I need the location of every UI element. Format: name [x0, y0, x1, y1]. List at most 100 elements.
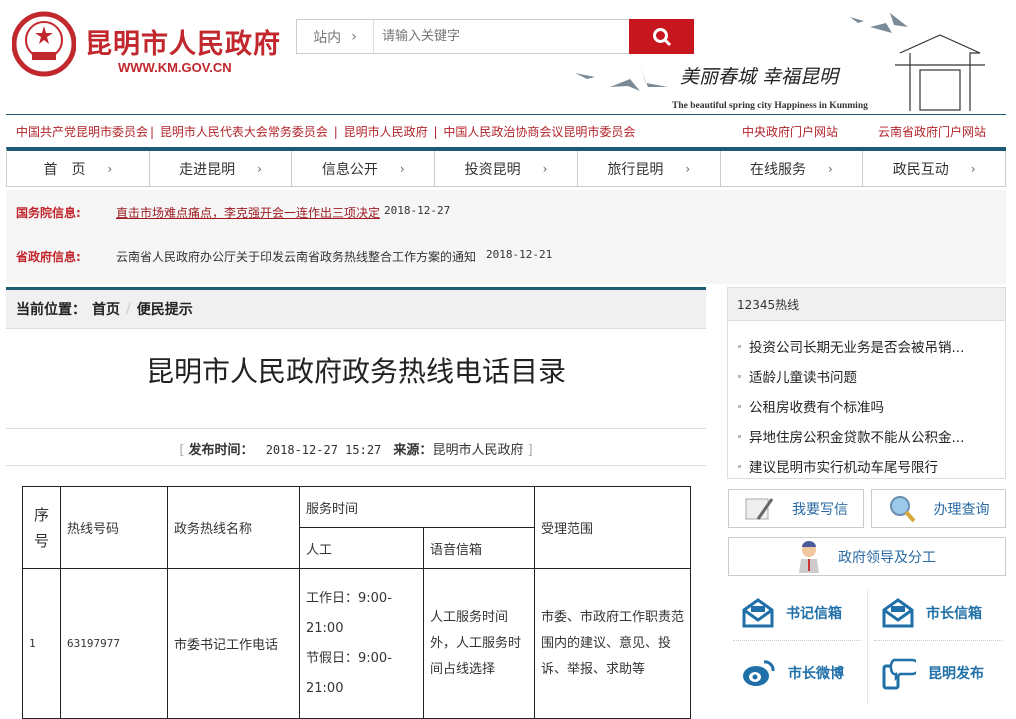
bracket: [: [179, 443, 184, 458]
info-date: 2018-12-27: [384, 204, 450, 221]
separator: |: [334, 125, 338, 139]
slogan: 美丽春城 幸福昆明: [680, 62, 838, 89]
item-label: 公租房收费有个标准吗: [749, 396, 884, 416]
mayor-weibo-link[interactable]: 市长微博: [742, 658, 844, 688]
hotline-title: 12345热线: [728, 288, 1005, 321]
envelope-icon: [742, 598, 774, 628]
nav-label: 投资昆明: [465, 159, 521, 179]
list-item[interactable]: 投资公司长期无业务是否会被吊销...: [738, 331, 1005, 361]
nav-travel[interactable]: 旅行昆明 ›: [578, 151, 721, 186]
nav-label: 首 页: [43, 159, 85, 179]
button-label: 我要写信: [792, 499, 848, 519]
top-link[interactable]: 昆明市人民代表大会常务委员会: [160, 125, 328, 139]
nav-home[interactable]: 首 页 ›: [7, 151, 150, 186]
nav-info[interactable]: 信息公开 ›: [292, 151, 435, 186]
publish-label: 发布时间：: [189, 443, 254, 458]
separator: |: [433, 125, 437, 139]
breadcrumb-label: 当前位置：: [16, 299, 86, 319]
divider: [874, 640, 1002, 641]
bullet-icon: [738, 465, 741, 468]
national-emblem-logo: [12, 8, 76, 80]
kunming-release-link[interactable]: 昆明发布: [882, 656, 984, 690]
article-meta: [ 发布时间： 2018-12-27 15:27 来源：昆明市人民政府 ]: [6, 439, 706, 458]
tile-label: 市长微博: [788, 663, 844, 683]
manual-line: 节假日：9:00-: [306, 644, 417, 674]
info-panel: 国务院信息:直击市场难点痛点，李克强开会一连作出三项决定2018-12-27 省…: [6, 190, 1006, 284]
nav-about[interactable]: 走进昆明›: [150, 151, 293, 186]
chevron-right-icon: ›: [351, 29, 357, 45]
info-label: 省政府信息:: [16, 248, 116, 265]
divider: [733, 640, 861, 641]
header-voicemail: 语音信箱: [424, 528, 535, 569]
scope-label: 站内: [313, 27, 341, 47]
publish-time: 2018-12-27 15:27: [266, 443, 382, 457]
list-item[interactable]: 异地住房公积金贷款不能从公积金...: [738, 421, 1005, 451]
cell-voicemail: 人工服务时间外，人工服务时间占线选择: [424, 569, 535, 719]
header-scope: 受理范围: [535, 487, 691, 569]
item-label: 异地住房公积金贷款不能从公积金...: [749, 426, 964, 446]
tile-label: 市长信箱: [926, 603, 982, 623]
source: 昆明市人民政府: [432, 443, 523, 458]
bracket: ]: [528, 443, 533, 458]
item-label: 适龄儿童读书问题: [749, 366, 857, 386]
nav-interaction[interactable]: 政民互动›: [863, 151, 1006, 186]
tile-label: 书记信箱: [786, 603, 842, 623]
chevron-right-icon: ›: [400, 162, 405, 176]
leaders-button[interactable]: 政府领导及分工: [728, 537, 1006, 576]
write-letter-button[interactable]: 我要写信: [728, 489, 864, 528]
bullet-icon: [738, 375, 741, 378]
breadcrumb: 当前位置： 首页 / 便民提示: [6, 287, 706, 329]
list-item[interactable]: 建议昆明市实行机动车尾号限行: [738, 451, 1005, 481]
info-link[interactable]: 直击市场难点痛点，李克强开会一连作出三项决定: [116, 204, 380, 221]
nav-services[interactable]: 在线服务›: [721, 151, 864, 186]
breadcrumb-home[interactable]: 首页: [92, 299, 120, 319]
cell-scope: 市委、市政府工作职责范围内的建议、意见、投诉、举报、求助等: [535, 569, 691, 719]
info-link[interactable]: 云南省人民政府办公厅关于印发云南省政务热线整合工作方案的通知: [116, 248, 476, 265]
header-phone: 热线号码: [61, 487, 168, 569]
mayor-mailbox-link[interactable]: 市长信箱: [882, 598, 982, 628]
site-url: WWW.KM.GOV.CN: [118, 60, 232, 75]
top-link[interactable]: 昆明市人民政府: [344, 125, 428, 139]
nav-label: 政民互动: [893, 159, 949, 179]
magnifier-icon: [888, 494, 916, 524]
header-service-time: 服务时间: [300, 487, 535, 528]
list-item[interactable]: 公租房收费有个标准吗: [738, 391, 1005, 421]
header-no: 序号: [23, 487, 61, 569]
top-link[interactable]: 中国人民政治协商会议昆明市委员会: [443, 125, 635, 139]
person-icon: [798, 541, 820, 573]
top-links: 中国共产党昆明市委员会| 昆明市人民代表大会常务委员会 | 昆明市人民政府 | …: [16, 123, 637, 140]
central-gov-link[interactable]: 中央政府门户网站: [742, 123, 838, 140]
bullet-icon: [738, 435, 741, 438]
chevron-right-icon: ›: [685, 162, 690, 176]
banner-birds-gate-image: [570, 5, 1010, 113]
header-name: 政务热线名称: [168, 487, 300, 569]
nav-label: 信息公开: [322, 159, 378, 179]
nav-invest[interactable]: 投资昆明 ›: [435, 151, 578, 186]
nav-label: 旅行昆明: [607, 159, 663, 179]
article-title: 昆明市人民政府政务热线电话目录: [6, 350, 706, 390]
main-nav: 首 页 › 走进昆明› 信息公开 › 投资昆明 › 旅行昆明 › 在线服务› 政民互动›: [6, 147, 1006, 187]
secretary-mailbox-link[interactable]: 书记信箱: [742, 598, 842, 628]
search-scope-select[interactable]: 站内 ›: [297, 20, 374, 53]
province-gov-link[interactable]: 云南省政府门户网站: [878, 123, 986, 140]
phone-chat-icon: [882, 656, 916, 690]
chevron-right-icon: ›: [107, 162, 112, 176]
weibo-icon: [742, 658, 776, 688]
state-council-info: 国务院信息:直击市场难点痛点，李克强开会一连作出三项决定2018-12-27: [16, 204, 450, 221]
divider: [6, 114, 1006, 115]
button-label: 办理查询: [934, 499, 990, 519]
breadcrumb-current[interactable]: 便民提示: [137, 299, 193, 319]
item-label: 投资公司长期无业务是否会被吊销...: [749, 336, 964, 356]
top-link[interactable]: 中国共产党昆明市委员会: [16, 125, 148, 139]
letter-pen-icon: [744, 495, 774, 523]
cell-phone: 63197977: [61, 569, 168, 719]
list-item[interactable]: 适龄儿童读书问题: [738, 361, 1005, 391]
bullet-icon: [738, 405, 741, 408]
query-button[interactable]: 办理查询: [871, 489, 1006, 528]
source-label: 来源：: [393, 443, 432, 458]
site-title[interactable]: 昆明市人民政府: [85, 22, 281, 61]
breadcrumb-separator: /: [126, 301, 131, 317]
table-row: 1 63197977 市委书记工作电话 工作日：9:00-21:00节假日：9:…: [23, 569, 691, 719]
chevron-right-icon: ›: [543, 162, 548, 176]
nav-label: 在线服务: [750, 159, 806, 179]
